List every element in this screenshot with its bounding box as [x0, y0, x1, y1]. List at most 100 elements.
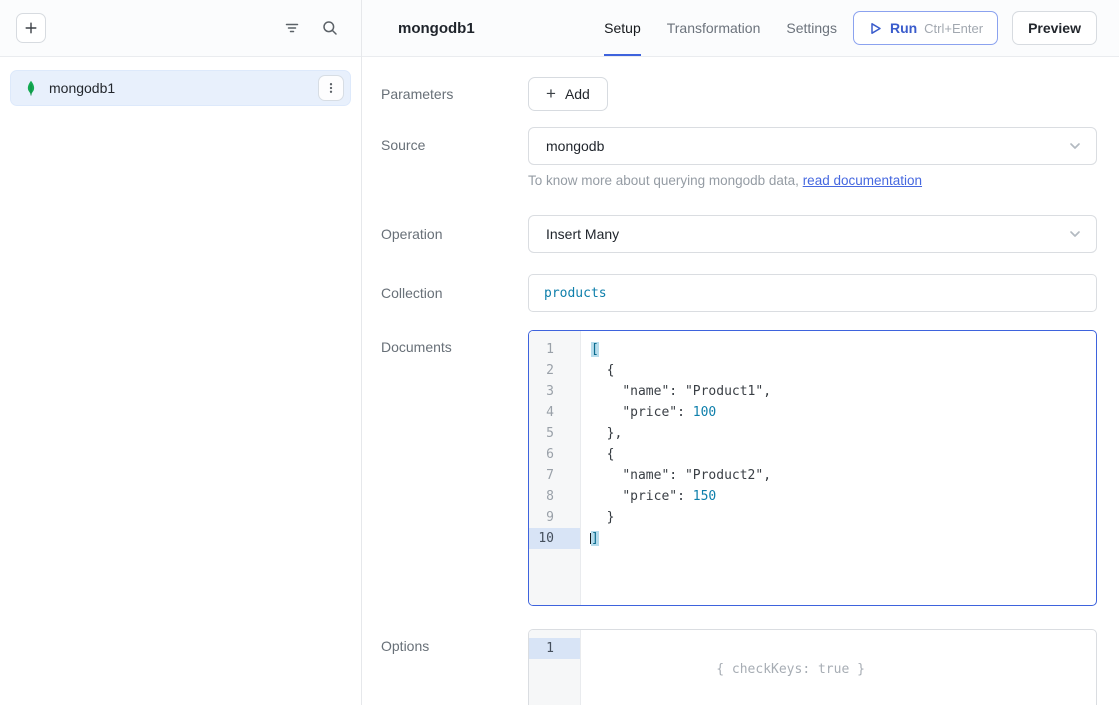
plus-icon: + — [546, 85, 556, 102]
documents-code[interactable]: [ { "name": "Product1", "price": 100 }, … — [581, 331, 1096, 605]
code-token: , — [763, 468, 771, 483]
operation-row: Operation Insert Many — [381, 215, 1097, 253]
options-code[interactable]: { checkKeys: true } — [581, 630, 1096, 705]
code-token: "Product2" — [685, 468, 763, 483]
read-documentation-link[interactable]: read documentation — [803, 173, 922, 188]
documents-code-editor[interactable]: 12345678910 [ { "name": "Product1", "pri… — [528, 330, 1097, 606]
code-line: "price": 100 — [591, 402, 1096, 423]
app-window: mongodb1 mongodb1 Setup Transformation S… — [0, 0, 1119, 705]
help-text: To know more about querying mongodb data… — [528, 173, 803, 188]
chevron-down-icon — [1067, 226, 1083, 242]
code-token: , — [763, 384, 771, 399]
source-select[interactable]: mongodb — [528, 127, 1097, 165]
code-token: : — [669, 468, 685, 483]
sidebar-header-icons — [283, 19, 339, 37]
run-button-label: Run — [890, 20, 917, 36]
documents-row: Documents 12345678910 [ { "name": "Produ… — [381, 330, 1097, 606]
line-number: 4 — [529, 402, 580, 423]
code-line: "price": 150 — [591, 486, 1096, 507]
query-list-item-mongodb1[interactable]: mongodb1 — [10, 70, 351, 106]
options-code-editor[interactable]: 1 { checkKeys: true } — [528, 629, 1097, 705]
operation-select[interactable]: Insert Many — [528, 215, 1097, 253]
operation-label: Operation — [381, 226, 528, 242]
options-placeholder: { checkKeys: true } — [716, 662, 865, 677]
mongodb-icon — [23, 80, 39, 96]
line-number: 1 — [529, 638, 580, 659]
line-number: 5 — [529, 423, 580, 444]
code-token: "price" — [622, 489, 677, 504]
code-token: : — [669, 384, 685, 399]
query-form: Parameters + Add Source mongodb — [362, 57, 1119, 705]
source-row: Source mongodb To know more about queryi… — [381, 127, 1097, 190]
chevron-down-icon — [1067, 138, 1083, 154]
collection-input[interactable]: products — [528, 274, 1097, 312]
code-token — [591, 405, 622, 420]
code-token: 100 — [693, 405, 716, 420]
parameters-label: Parameters — [381, 86, 528, 102]
documents-gutter: 12345678910 — [529, 331, 581, 605]
code-token — [591, 384, 622, 399]
documents-label: Documents — [381, 330, 528, 355]
query-list: mongodb1 — [0, 57, 361, 119]
add-parameter-label: Add — [565, 86, 590, 102]
line-number: 7 — [529, 465, 580, 486]
query-sidebar: mongodb1 — [0, 0, 362, 705]
line-number: 10 — [529, 528, 580, 549]
code-token: }, — [591, 426, 622, 441]
code-line: [ — [591, 339, 1096, 360]
code-token: "price" — [622, 405, 677, 420]
code-token: "Product1" — [685, 384, 763, 399]
play-icon — [868, 21, 883, 36]
code-token: "name" — [622, 384, 669, 399]
line-number: 1 — [529, 339, 580, 360]
options-label: Options — [381, 629, 528, 654]
code-token: 150 — [693, 489, 716, 504]
run-button-shortcut: Ctrl+Enter — [924, 21, 983, 36]
code-line: { — [591, 360, 1096, 381]
code-line: ] — [591, 528, 1096, 549]
main-header: mongodb1 Setup Transformation Settings R… — [362, 0, 1119, 57]
run-button[interactable]: Run Ctrl+Enter — [853, 11, 998, 45]
code-token: { — [591, 447, 614, 462]
plus-icon — [24, 21, 38, 35]
query-title: mongodb1 — [398, 20, 475, 37]
source-label: Source — [381, 127, 528, 153]
search-icon[interactable] — [321, 19, 339, 37]
code-line: "name": "Product1", — [591, 381, 1096, 402]
add-query-button[interactable] — [16, 13, 46, 43]
parameters-row: Parameters + Add — [381, 77, 1097, 111]
tab-transformation[interactable]: Transformation — [667, 0, 761, 56]
code-line: } — [591, 507, 1096, 528]
line-number: 9 — [529, 507, 580, 528]
code-token: : — [677, 489, 693, 504]
code-line: "name": "Product2", — [591, 465, 1096, 486]
tab-settings[interactable]: Settings — [786, 0, 837, 56]
line-number: 3 — [529, 381, 580, 402]
tab-setup[interactable]: Setup — [604, 0, 641, 56]
code-token: : — [677, 405, 693, 420]
query-item-menu-button[interactable] — [318, 75, 344, 101]
line-number: 6 — [529, 444, 580, 465]
query-item-label: mongodb1 — [49, 80, 115, 96]
tabs: Setup Transformation Settings — [604, 0, 837, 56]
options-gutter: 1 — [529, 630, 581, 705]
add-parameter-button[interactable]: + Add — [528, 77, 608, 111]
code-token: ] — [591, 531, 599, 546]
preview-button[interactable]: Preview — [1012, 11, 1097, 45]
line-number: 2 — [529, 360, 580, 381]
source-help-text: To know more about querying mongodb data… — [528, 172, 1097, 190]
collection-label: Collection — [381, 285, 528, 301]
collection-row: Collection products — [381, 274, 1097, 312]
line-number: 8 — [529, 486, 580, 507]
code-token: [ — [591, 342, 599, 357]
source-select-value: mongodb — [546, 138, 604, 154]
code-token: "name" — [622, 468, 669, 483]
kebab-icon — [324, 81, 338, 95]
sidebar-header — [0, 0, 361, 57]
code-token: } — [591, 510, 614, 525]
main-panel: mongodb1 Setup Transformation Settings R… — [362, 0, 1119, 705]
operation-select-value: Insert Many — [546, 226, 619, 242]
options-row: Options 1 { checkKeys: true } — [381, 629, 1097, 705]
filter-icon[interactable] — [283, 19, 301, 37]
code-token — [591, 468, 622, 483]
